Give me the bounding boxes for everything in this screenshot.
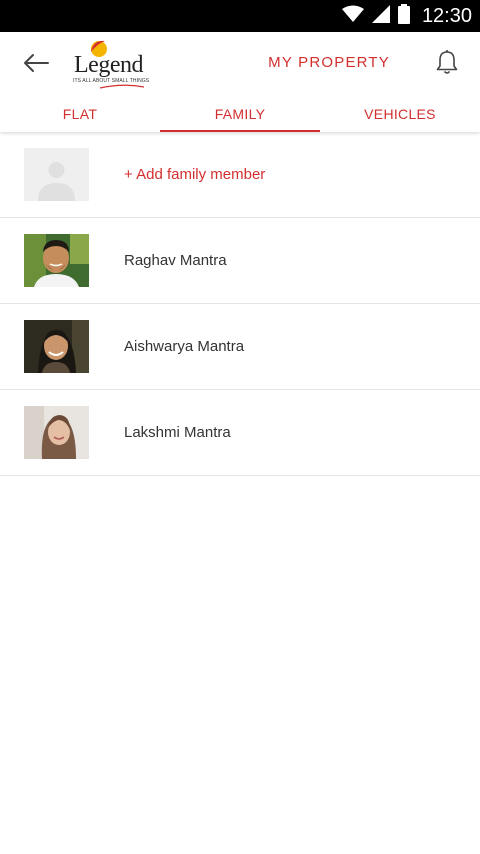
avatar bbox=[24, 320, 89, 373]
logo-tagline: ITS ALL ABOUT SMALL THINGS bbox=[73, 78, 150, 84]
avatar bbox=[24, 406, 89, 459]
add-family-member-button[interactable]: + Add family member bbox=[124, 166, 265, 183]
status-time: 12:30 bbox=[421, 4, 472, 27]
add-family-member-row[interactable]: + Add family member bbox=[0, 132, 480, 218]
bell-icon bbox=[436, 49, 458, 80]
status-bar: 12:30 bbox=[0, 0, 480, 32]
avatar bbox=[24, 234, 89, 287]
member-name: Raghav Mantra bbox=[124, 252, 227, 269]
notifications-button[interactable] bbox=[434, 49, 460, 79]
tab-bar: FLAT FAMILY VEHICLES bbox=[0, 96, 480, 132]
family-member-row[interactable]: Raghav Mantra bbox=[0, 218, 480, 304]
member-name: Lakshmi Mantra bbox=[124, 424, 231, 441]
member-photo bbox=[24, 320, 89, 373]
arrow-left-icon bbox=[23, 53, 49, 78]
family-member-row[interactable]: Aishwarya Mantra bbox=[0, 304, 480, 390]
family-list: + Add family member Raghav Mantra Aishwa… bbox=[0, 132, 480, 476]
member-name: Aishwarya Mantra bbox=[124, 338, 245, 355]
logo-text: Legend bbox=[74, 52, 143, 78]
family-member-row[interactable]: Lakshmi Mantra bbox=[0, 390, 480, 476]
back-button[interactable] bbox=[16, 48, 56, 82]
wifi-icon bbox=[341, 5, 364, 28]
tab-family[interactable]: FAMILY bbox=[160, 96, 320, 132]
member-photo bbox=[24, 234, 89, 287]
status-icons: 12:30 bbox=[341, 0, 472, 32]
avatar-placeholder bbox=[24, 148, 89, 201]
app-bar: Legend ITS ALL ABOUT SMALL THINGS MY PRO… bbox=[0, 32, 480, 96]
cellular-signal-icon bbox=[371, 4, 390, 28]
legend-logo: Legend ITS ALL ABOUT SMALL THINGS bbox=[70, 36, 150, 92]
member-photo bbox=[24, 406, 89, 459]
tab-flat[interactable]: FLAT bbox=[0, 96, 160, 132]
my-property-title[interactable]: MY PROPERTY bbox=[268, 54, 390, 71]
tab-vehicles[interactable]: VEHICLES bbox=[320, 96, 480, 132]
battery-icon bbox=[397, 3, 410, 29]
person-placeholder-icon bbox=[24, 148, 89, 201]
logo-swoosh-icon bbox=[100, 84, 144, 89]
